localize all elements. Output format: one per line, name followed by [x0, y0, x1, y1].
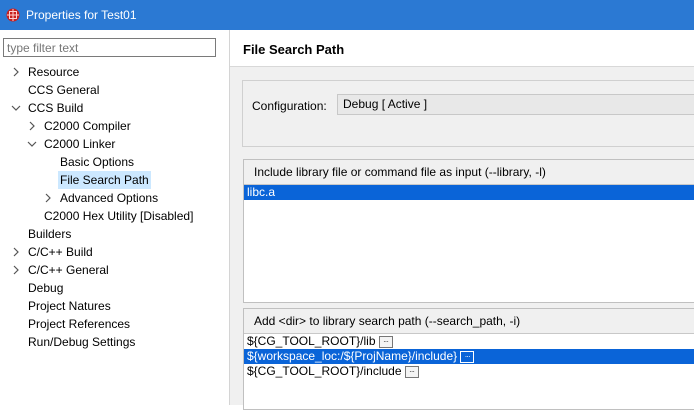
tree-item[interactable]: Project Natures — [10, 297, 113, 315]
variable-ellipsis-icon[interactable]: ··· — [460, 350, 475, 363]
tree-item[interactable]: Basic Options — [42, 153, 136, 171]
chevron-right-icon[interactable] — [42, 192, 54, 204]
tree-item-label: C2000 Compiler — [44, 119, 131, 133]
tree-item[interactable]: C/C++ Build — [10, 243, 95, 261]
tree-item[interactable]: Project References — [10, 315, 132, 333]
list-item[interactable]: ${CG_TOOL_ROOT}/lib ··· — [244, 334, 694, 349]
configuration-select[interactable]: Debug [ Active ] — [337, 94, 694, 115]
navigation-pane: Resource CCS General CCS Build C2000 Compil… — [0, 30, 230, 405]
property-page: File Search Path Configuration: Debug [ … — [230, 30, 694, 410]
tree-item-label: CCS Build — [28, 101, 84, 115]
tree-item-label: C/C++ General — [28, 263, 109, 277]
variable-ellipsis-icon[interactable]: ··· — [378, 335, 393, 348]
tree-item[interactable]: C2000 Compiler — [26, 117, 133, 135]
tree-item[interactable]: Debug — [10, 279, 65, 297]
tree-item[interactable]: Run/Debug Settings — [10, 333, 137, 351]
tree-item-label: Basic Options — [60, 155, 135, 169]
chevron-down-icon[interactable] — [26, 138, 38, 150]
configuration-panel: Configuration: Debug [ Active ] — [242, 80, 694, 147]
configuration-label: Configuration: — [252, 99, 327, 113]
search-path-list: ${CG_TOOL_ROOT}/lib ··· ${workspace_loc:/$… — [244, 334, 694, 379]
chevron-right-icon[interactable] — [10, 246, 22, 258]
chevron-down-icon[interactable] — [10, 102, 22, 114]
tree-item-label: C2000 Linker — [44, 137, 116, 151]
tree-item[interactable]: CCS General — [10, 81, 101, 99]
search-path-group: Add <dir> to library search path (--sear… — [243, 308, 694, 410]
tree-item[interactable]: CCS Build — [10, 99, 85, 117]
tree-item-label: C/C++ Build — [28, 245, 93, 259]
tree-item-label: Builders — [28, 227, 72, 241]
search-path-group-header: Add <dir> to library search path (--sear… — [244, 309, 694, 334]
library-group: Include library file or command file as … — [243, 159, 694, 303]
chevron-right-icon[interactable] — [26, 120, 38, 132]
tree-item-label: File Search Path — [58, 171, 151, 189]
library-group-header: Include library file or command file as … — [244, 160, 694, 185]
tree-item[interactable]: Resource — [10, 63, 81, 81]
list-item-text: ${CG_TOOL_ROOT}/lib — [247, 334, 376, 348]
tree-item[interactable]: C2000 Hex Utility [Disabled] — [26, 207, 195, 225]
tree-item-label: Run/Debug Settings — [28, 335, 136, 349]
tree-item-label: Project References — [28, 317, 131, 331]
tree-item[interactable]: Builders — [10, 225, 73, 243]
list-item[interactable]: ${CG_TOOL_ROOT}/include ··· — [244, 364, 694, 379]
list-item-text: ${CG_TOOL_ROOT}/include — [247, 364, 402, 378]
library-list: libc.a — [244, 185, 694, 200]
filter-input[interactable] — [3, 38, 216, 57]
title-bar: Properties for Test01 — [0, 0, 694, 30]
tree-item-label: Resource — [28, 65, 80, 79]
tree-item-label: CCS General — [28, 83, 100, 97]
variable-ellipsis-icon[interactable]: ··· — [404, 365, 419, 378]
chevron-right-icon[interactable] — [10, 264, 22, 276]
tree-item-label: C2000 Hex Utility [Disabled] — [44, 209, 194, 223]
tree-item[interactable]: C/C++ General — [10, 261, 111, 279]
page-header: File Search Path — [230, 30, 694, 67]
ccs-app-icon — [6, 8, 20, 22]
window-title: Properties for Test01 — [26, 8, 137, 22]
list-item-text: ${workspace_loc:/${ProjName}/include} — [247, 349, 458, 363]
tree-item-label: Project Natures — [28, 299, 111, 313]
tree-item[interactable]: C2000 Linker — [26, 135, 117, 153]
chevron-right-icon[interactable] — [10, 66, 22, 78]
configuration-value: Debug [ Active ] — [343, 97, 428, 111]
list-item[interactable]: libc.a — [244, 185, 694, 200]
tree-item[interactable]: File Search Path — [42, 171, 151, 189]
page-title: File Search Path — [243, 42, 345, 57]
tree-item-label: Advanced Options — [60, 191, 159, 205]
list-item-text: libc.a — [247, 185, 276, 199]
list-item[interactable]: ${workspace_loc:/${ProjName}/include} ··· — [244, 349, 694, 364]
tree-item[interactable]: Advanced Options — [42, 189, 160, 207]
tree-item-label: Debug — [28, 281, 64, 295]
